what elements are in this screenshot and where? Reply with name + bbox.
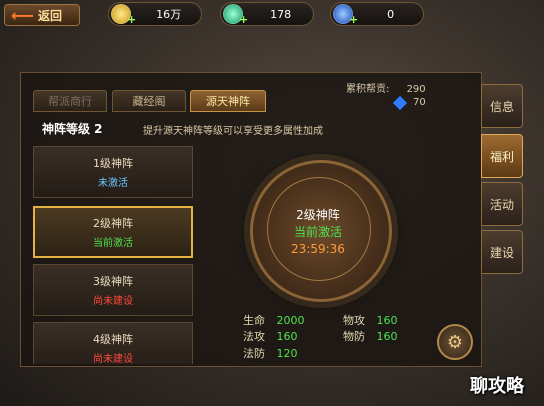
formation-description: 提升源天神阵等级可以享受更多属性加成 — [143, 126, 323, 137]
stat-value: 2000 — [276, 314, 305, 327]
seal-timer: 23:59:36 — [291, 242, 345, 256]
blue-gem-icon — [392, 95, 408, 110]
back-label: 返回 — [37, 8, 62, 23]
stat-value: 160 — [376, 330, 398, 343]
add-jade-icon[interactable]: + — [239, 13, 248, 26]
side-tab-label: 福利 — [489, 149, 514, 164]
card-status: 当前激活 — [93, 238, 133, 249]
watermark: 聊攻略 — [470, 376, 524, 397]
formation-list[interactable]: 1级神阵 未激活 2级神阵 当前激活 3级神阵 尚未建设 4级神阵 尚未建设 — [30, 140, 200, 364]
gold-value: 16万 — [156, 8, 182, 21]
seal-name: 2级神阵 — [296, 208, 340, 222]
gem-counter: + 0 — [330, 2, 424, 26]
gold-counter: + 16万 — [108, 2, 202, 26]
card-name: 4级神阵 — [93, 333, 133, 346]
add-gem-icon[interactable]: + — [349, 13, 358, 26]
contribution-label: 累积帮贡: — [346, 84, 390, 95]
tab-label: 帮派商行 — [48, 95, 92, 108]
formation-card-4[interactable]: 4级神阵 尚未建设 — [33, 322, 193, 364]
stat-mag-defense: 法防 120 — [243, 345, 298, 361]
side-tab-label: 建设 — [489, 245, 514, 260]
seal-status: 当前激活 — [293, 225, 342, 239]
gem-contribution-value: 70 — [413, 97, 426, 108]
side-tab-label: 活动 — [489, 197, 514, 212]
jade-value: 178 — [270, 7, 292, 21]
settings-gear-button[interactable]: ⚙ — [437, 324, 473, 360]
side-tab-welfare[interactable]: 福利 — [481, 134, 523, 178]
formation-card-2[interactable]: 2级神阵 当前激活 — [33, 206, 193, 258]
back-arrow-icon: ⟵ — [11, 5, 34, 25]
stat-label: 法防 — [243, 347, 265, 360]
stat-value: 160 — [376, 314, 398, 327]
stat-hp: 生命 2000 — [243, 312, 305, 328]
side-tab-info[interactable]: 信息 — [481, 84, 523, 128]
jade-counter: + 178 — [220, 2, 314, 26]
stat-value: 120 — [276, 347, 298, 360]
tab-label: 藏经阁 — [132, 95, 166, 108]
stat-label: 物攻 — [343, 314, 365, 327]
stat-phys-attack: 物攻 160 — [343, 312, 398, 328]
card-status: 未激活 — [98, 178, 128, 189]
formation-level-title: 神阵等级 2 — [42, 122, 103, 136]
contribution-row: 累积帮贡: 290 — [346, 80, 426, 95]
card-name: 2级神阵 — [93, 217, 133, 230]
side-tab-build[interactable]: 建设 — [481, 230, 523, 274]
add-gold-icon[interactable]: + — [127, 13, 136, 26]
card-status: 尚未建设 — [93, 354, 133, 364]
formation-card-1[interactable]: 1级神阵 未激活 — [33, 146, 193, 198]
stat-label: 法攻 — [243, 330, 265, 343]
gear-icon: ⚙ — [446, 331, 464, 353]
card-status: 尚未建设 — [93, 296, 133, 307]
tab-guild-shop[interactable]: 帮派商行 — [33, 90, 107, 112]
back-button[interactable]: ⟵ 返回 — [4, 4, 80, 26]
side-tab-events[interactable]: 活动 — [481, 182, 523, 226]
card-name: 3级神阵 — [93, 275, 133, 288]
tab-scripture-pavilion[interactable]: 藏经阁 — [112, 90, 186, 112]
tab-yuantian-formation[interactable]: 源天神阵 — [190, 90, 266, 112]
contribution-value: 290 — [406, 84, 426, 95]
stat-label: 物防 — [343, 330, 365, 343]
stat-phys-defense: 物防 160 — [343, 328, 398, 344]
stat-mag-attack: 法攻 160 — [243, 328, 298, 344]
formation-card-3[interactable]: 3级神阵 尚未建设 — [33, 264, 193, 316]
stat-label: 生命 — [243, 314, 265, 327]
side-tab-label: 信息 — [489, 99, 514, 114]
tab-label: 源天神阵 — [206, 95, 250, 108]
gem-contribution-row: 70 — [392, 95, 426, 110]
stat-value: 160 — [276, 330, 298, 343]
card-name: 1级神阵 — [93, 157, 133, 170]
gem-value: 0 — [387, 7, 395, 21]
